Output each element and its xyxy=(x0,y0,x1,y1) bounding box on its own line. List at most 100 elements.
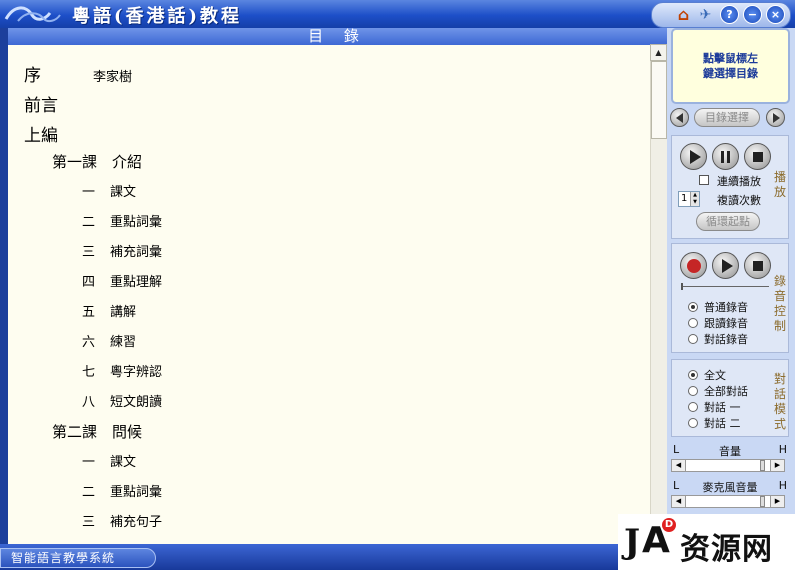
section-header: 目 錄 xyxy=(8,28,667,45)
repeat-count-label: 複讀次數 xyxy=(717,194,761,207)
continuous-label: 連續播放 xyxy=(717,175,761,188)
dialogue-mode-one-radio[interactable] xyxy=(688,402,698,412)
stop-icon xyxy=(753,152,763,162)
control-sidebar: 點擊鼠標左 鍵選擇目錄 目錄選擇 連續播放 1 ▲ ▼ 複讀次數 循環起點 播放 普… xyxy=(667,28,795,544)
toc-item-2[interactable]: 上編 xyxy=(24,121,58,146)
playback-side-label: 播放 xyxy=(773,170,786,199)
dialogue-mode-panel: 全文 全部對話 對話 一 對話 二 對話模式 xyxy=(671,359,789,437)
dialogue-side-label: 對話模式 xyxy=(773,372,786,431)
record-panel: 普通錄音 跟讀錄音 對話錄音 錄音控制 xyxy=(671,243,789,353)
volume-high-label: H xyxy=(778,443,787,456)
next-button[interactable] xyxy=(766,108,785,127)
volume-left-arrow-icon[interactable]: ◀ xyxy=(672,460,686,471)
watermark-text: 资源网 xyxy=(680,532,773,567)
repeat-count-value: 1 xyxy=(681,193,688,204)
toc-item-label: 講解 xyxy=(110,305,137,320)
toc-item-label: 粵字辨認 xyxy=(110,365,163,380)
toc-item-label: 序 xyxy=(24,66,41,86)
toc-item-7[interactable]: 四重點理解 xyxy=(82,271,162,290)
close-button[interactable]: × xyxy=(766,5,785,24)
dialogue-mode-all-radio[interactable] xyxy=(688,386,698,396)
watermark-j: J xyxy=(624,522,641,562)
play-button[interactable] xyxy=(680,143,707,170)
toc-item-13[interactable]: 一課文 xyxy=(82,451,136,470)
record-side-label: 錄音控制 xyxy=(773,274,786,333)
toc-item-label: 上編 xyxy=(24,126,58,146)
record-mode-follow-label: 跟讀錄音 xyxy=(704,317,748,330)
mic-volume-slider[interactable]: ◀ ▶ xyxy=(671,495,785,508)
record-button[interactable] xyxy=(680,252,707,279)
bird-icon[interactable]: ✈ xyxy=(696,5,715,24)
help-button[interactable]: ? xyxy=(720,5,739,24)
toc-item-author: 李家樹 xyxy=(93,70,133,85)
dialogue-mode-two-radio[interactable] xyxy=(688,418,698,428)
mic-volume-row: L 麥克風音量 H xyxy=(671,479,789,494)
loop-start-button[interactable]: 循環起點 xyxy=(696,212,760,231)
volume-slider[interactable]: ◀ ▶ xyxy=(671,459,785,472)
mic-volume-thumb[interactable] xyxy=(760,496,765,507)
mic-left-arrow-icon[interactable]: ◀ xyxy=(672,496,686,507)
toc-item-0[interactable]: 序 李家樹 xyxy=(24,61,132,86)
toc-item-number: 七 xyxy=(82,365,96,380)
continuous-checkbox[interactable] xyxy=(699,175,709,185)
toc-item-number: 八 xyxy=(82,395,96,410)
logo-swirl-icon xyxy=(4,6,61,23)
repeat-count-spinner[interactable]: 1 ▲ ▼ xyxy=(678,191,700,207)
mic-right-arrow-icon[interactable]: ▶ xyxy=(770,496,784,507)
toc-item-8[interactable]: 五講解 xyxy=(82,301,136,320)
toc-item-12[interactable]: 第二課 問候 xyxy=(52,421,142,442)
prev-arrow-icon xyxy=(676,113,683,123)
toc-item-5[interactable]: 二重點詞彙 xyxy=(82,211,162,230)
dialogue-mode-full-label: 全文 xyxy=(704,369,726,382)
pause-button[interactable] xyxy=(712,143,739,170)
toc-item-label: 重點詞彙 xyxy=(110,485,163,500)
spinner-arrows[interactable]: ▲ ▼ xyxy=(690,192,699,206)
toc-item-14[interactable]: 二重點詞彙 xyxy=(82,481,162,500)
toc-item-9[interactable]: 六練習 xyxy=(82,331,136,350)
toc-item-number: 二 xyxy=(82,485,96,500)
toc-item-label: 補充詞彙 xyxy=(110,245,163,260)
toc-item-number: 四 xyxy=(82,275,96,290)
record-mode-dialogue-label: 對話錄音 xyxy=(704,333,748,346)
play-icon xyxy=(690,150,701,164)
volume-right-arrow-icon[interactable]: ▶ xyxy=(770,460,784,471)
dialogue-mode-one-label: 對話 一 xyxy=(704,401,741,414)
toc-item-1[interactable]: 前言 xyxy=(24,91,58,116)
toc-item-label: 短文朗讀 xyxy=(110,395,163,410)
window-title: 粵語(香港話)教程 xyxy=(72,6,243,27)
toc-item-number: 五 xyxy=(82,305,96,320)
volume-thumb[interactable] xyxy=(760,460,765,471)
playback-panel: 連續播放 1 ▲ ▼ 複讀次數 循環起點 播放 xyxy=(671,135,789,239)
toc-item-number: 三 xyxy=(82,245,96,260)
record-stop-button[interactable] xyxy=(744,252,771,279)
mic-volume-high-label: H xyxy=(778,479,787,492)
play-icon xyxy=(722,259,733,273)
minimize-button[interactable]: − xyxy=(743,5,762,24)
toc-item-6[interactable]: 三補充詞彙 xyxy=(82,241,162,260)
record-mode-follow-radio[interactable] xyxy=(688,318,698,328)
scroll-thumb[interactable] xyxy=(651,61,667,139)
hint-text: 點擊鼠標左 鍵選擇目錄 xyxy=(703,52,758,80)
toc-item-number: 三 xyxy=(82,515,96,530)
app-name-tab: 智能語言教學系統 xyxy=(0,548,156,568)
toc-item-10[interactable]: 七粵字辨認 xyxy=(82,361,162,380)
toc-item-number: 二 xyxy=(82,215,96,230)
toc-item-number: 一 xyxy=(82,185,96,200)
toc-item-number: 六 xyxy=(82,335,96,350)
record-play-button[interactable] xyxy=(712,252,739,279)
dialogue-mode-full-radio[interactable] xyxy=(688,370,698,380)
stop-button[interactable] xyxy=(744,143,771,170)
toc-item-15[interactable]: 三補充句子 xyxy=(82,511,162,530)
toc-item-11[interactable]: 八短文朗讀 xyxy=(82,391,162,410)
record-mode-dialogue-radio[interactable] xyxy=(688,334,698,344)
toc-select-button[interactable]: 目錄選擇 xyxy=(694,108,760,127)
record-progress-knob[interactable] xyxy=(681,283,683,290)
toc-item-4[interactable]: 一課文 xyxy=(82,181,136,200)
record-mode-normal-radio[interactable] xyxy=(688,302,698,312)
record-progress-track[interactable] xyxy=(681,286,769,287)
pause-icon xyxy=(721,151,724,163)
previous-button[interactable] xyxy=(670,108,689,127)
scroll-up-button[interactable]: ▲ xyxy=(650,44,667,61)
toc-item-3[interactable]: 第一課 介紹 xyxy=(52,151,142,172)
home-icon[interactable]: ⌂ xyxy=(674,5,693,24)
